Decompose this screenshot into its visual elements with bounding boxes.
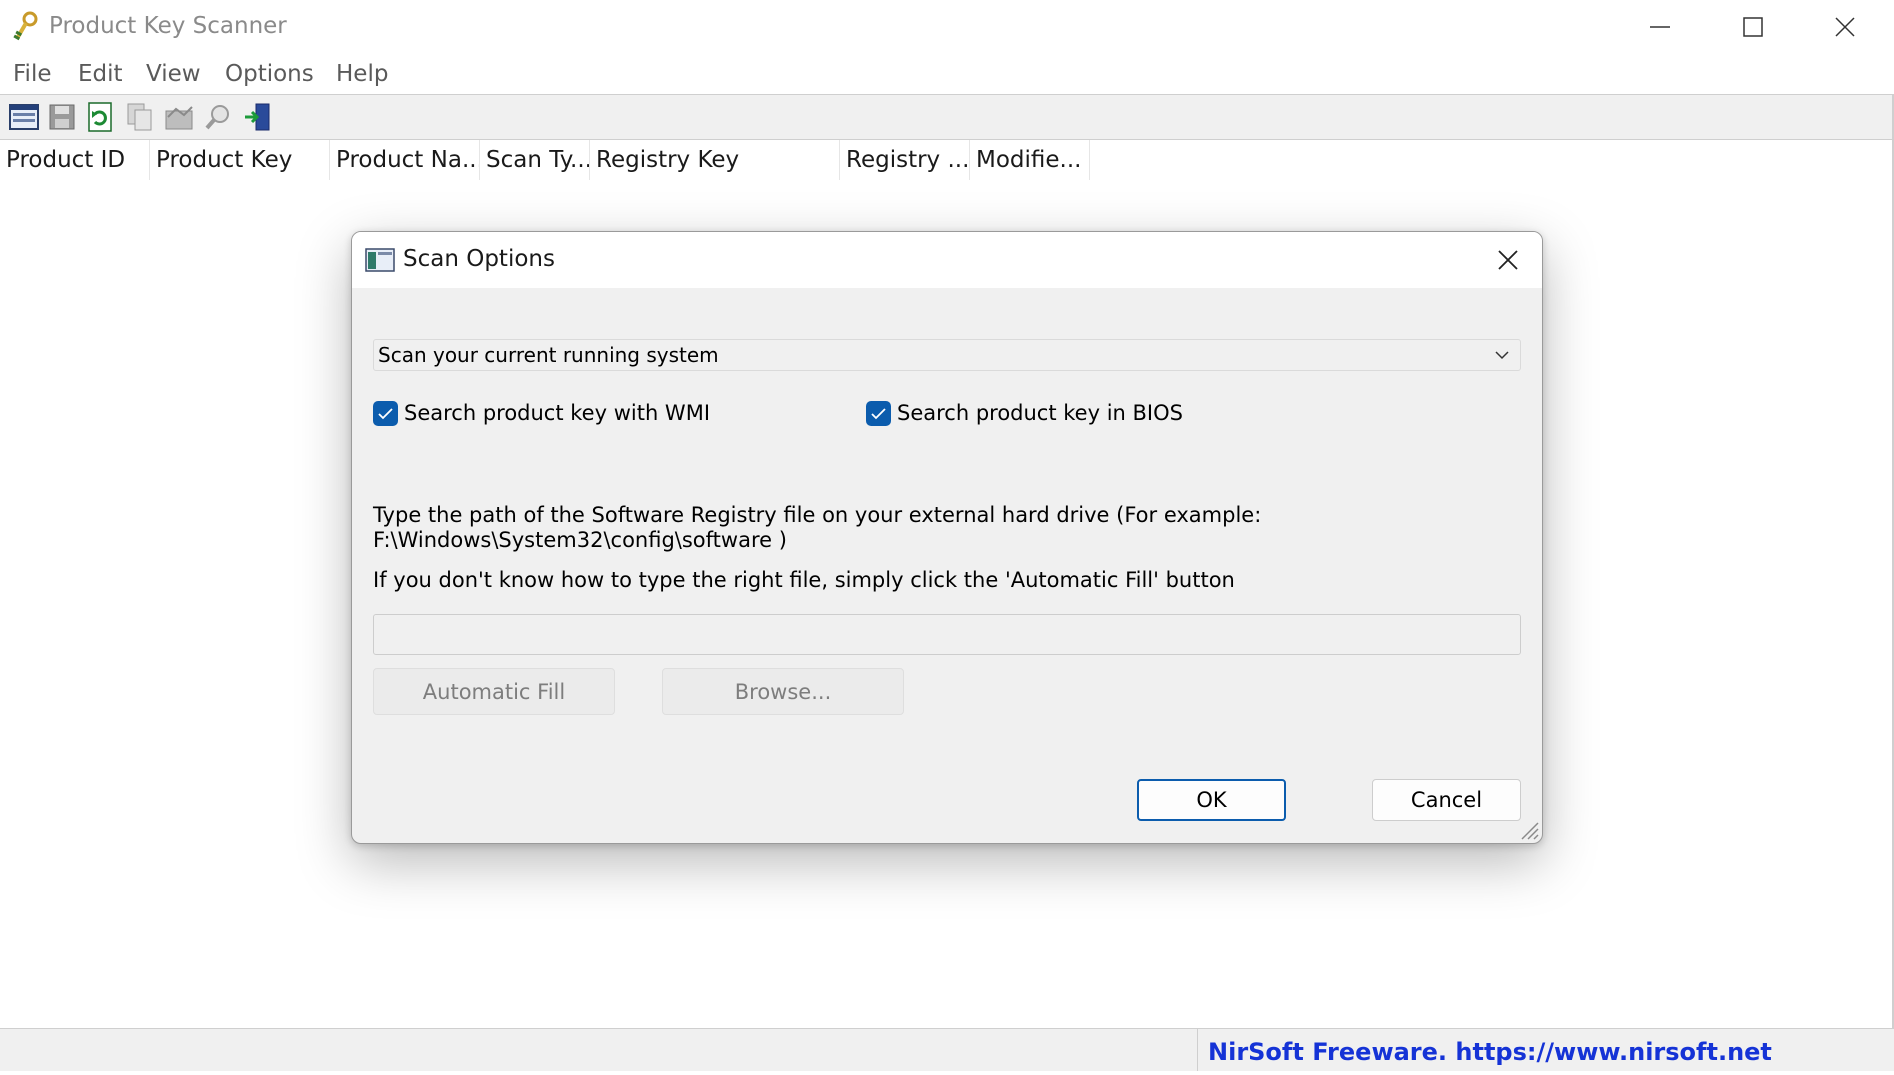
title-bar: Product Key Scanner: [0, 0, 1894, 54]
registry-path-input[interactable]: [373, 614, 1521, 655]
close-icon: [1498, 250, 1518, 270]
refresh-button[interactable]: [83, 100, 117, 134]
refresh-icon: [88, 102, 112, 132]
save-icon: [49, 104, 75, 130]
bios-checkbox-label[interactable]: Search product key in BIOS: [897, 401, 1183, 425]
menu-options[interactable]: Options: [225, 61, 314, 87]
column-header[interactable]: Scan Ty...: [480, 140, 590, 180]
hint-text: If you don't know how to type the right …: [373, 568, 1235, 592]
scan-options-button[interactable]: [7, 100, 41, 134]
column-header[interactable]: Product Na...: [330, 140, 480, 180]
menu-help[interactable]: Help: [336, 61, 388, 87]
list-header: Product ID Product Key Product Na... Sca…: [0, 140, 1894, 180]
scan-mode-select[interactable]: Scan your current running system: [373, 339, 1521, 371]
instructions-line-1: Type the path of the Software Registry f…: [373, 503, 1262, 527]
toolbar: [0, 94, 1892, 140]
automatic-fill-button[interactable]: Automatic Fill: [373, 668, 615, 715]
save-button[interactable]: [45, 100, 79, 134]
column-header[interactable]: Product Key: [150, 140, 330, 180]
minimize-icon: [1650, 26, 1670, 28]
wmi-checkbox-label[interactable]: Search product key with WMI: [404, 401, 710, 425]
menu-edit[interactable]: Edit: [78, 61, 123, 87]
menu-file[interactable]: File: [13, 61, 52, 87]
html-report-button[interactable]: [162, 100, 196, 134]
maximize-button[interactable]: [1718, 6, 1788, 48]
copy-button[interactable]: [123, 100, 157, 134]
instructions-line-2: F:\Windows\System32\config\software ): [373, 528, 787, 552]
find-icon: [205, 105, 229, 130]
dialog-title-bar: Scan Options: [352, 232, 1542, 288]
exit-button[interactable]: [241, 100, 275, 134]
resize-grip-icon[interactable]: [1518, 819, 1540, 841]
html-report-icon: [165, 106, 193, 130]
bios-checkbox[interactable]: [866, 401, 891, 426]
column-header[interactable]: Product ID: [0, 140, 150, 180]
column-header[interactable]: Registry Key: [590, 140, 840, 180]
dialog-title: Scan Options: [403, 246, 555, 272]
ok-button[interactable]: OK: [1137, 779, 1286, 821]
scan-options-icon: [365, 248, 395, 272]
scan-options-dialog: Scan Options Scan your current running s…: [351, 231, 1543, 844]
minimize-button[interactable]: [1625, 6, 1695, 48]
browse-button[interactable]: Browse...: [662, 668, 904, 715]
window-title: Product Key Scanner: [49, 13, 287, 39]
menu-bar: File Edit View Options Help: [0, 58, 1894, 94]
dialog-close-button[interactable]: [1480, 236, 1536, 284]
wmi-checkbox[interactable]: [373, 401, 398, 426]
chevron-down-icon: [1495, 351, 1509, 360]
checkmark-icon: [871, 407, 886, 419]
close-button[interactable]: [1810, 6, 1880, 48]
nirsoft-link[interactable]: NirSoft Freeware. https://www.nirsoft.ne…: [1197, 1029, 1892, 1071]
scan-options-icon: [9, 104, 39, 130]
cancel-button[interactable]: Cancel: [1372, 779, 1521, 821]
column-header[interactable]: Modifie...: [970, 140, 1090, 180]
close-icon: [1835, 17, 1855, 37]
menu-view[interactable]: View: [146, 61, 201, 87]
maximize-icon: [1743, 17, 1763, 37]
scan-mode-value: Scan your current running system: [378, 343, 719, 367]
find-button[interactable]: [201, 100, 235, 134]
status-bar: NirSoft Freeware. https://www.nirsoft.ne…: [0, 1028, 1894, 1071]
copy-icon: [127, 103, 152, 131]
column-header[interactable]: Registry ...: [840, 140, 970, 180]
exit-icon: [245, 103, 270, 131]
checkmark-icon: [378, 407, 393, 419]
key-app-icon: [10, 10, 42, 42]
